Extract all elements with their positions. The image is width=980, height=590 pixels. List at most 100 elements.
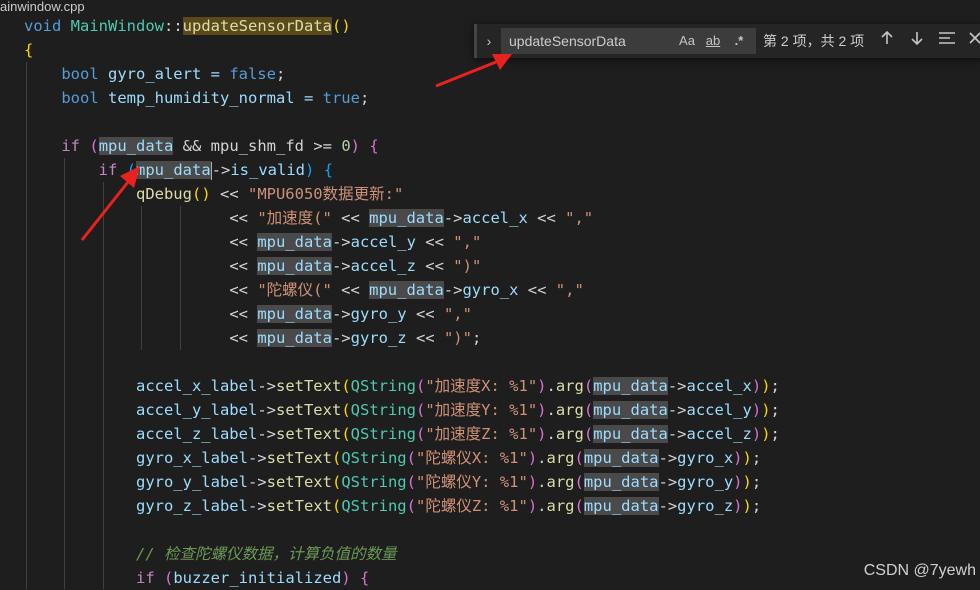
class-name: QString <box>341 449 407 467</box>
string: "陀螺仪Z: %1" <box>415 497 528 515</box>
member: accel_x <box>686 377 752 395</box>
operator: << <box>229 305 258 323</box>
find-in-selection-icon[interactable] <box>937 30 957 52</box>
operator: << <box>229 257 258 275</box>
member: accel_x <box>462 209 528 227</box>
bracket: ) <box>742 449 752 467</box>
member: is_valid <box>230 161 305 179</box>
string: "," <box>565 209 594 227</box>
code-line: accel_z_label->setText(QString("加速度Z: %1… <box>24 422 780 446</box>
chevron-right-icon[interactable]: › <box>481 32 497 50</box>
operator: << <box>415 257 454 275</box>
keyword: false <box>229 65 276 83</box>
bracket: ( <box>331 497 342 515</box>
arrow-op: -> <box>667 401 687 419</box>
member: gyro_y <box>677 473 734 491</box>
class-name: QString <box>350 377 416 395</box>
regex-toggle[interactable]: .* <box>729 32 749 50</box>
function-call: setText <box>266 497 332 515</box>
operator: << <box>331 209 370 227</box>
operator: << <box>229 209 258 227</box>
bracket: ( <box>583 401 594 419</box>
identifier-highlight: mpu_data <box>593 377 668 395</box>
bracket: () <box>331 17 351 35</box>
keyword: if <box>98 161 118 179</box>
whole-word-toggle[interactable]: ab <box>703 32 723 50</box>
code-line: bool gyro_alert = false; <box>24 62 285 86</box>
bracket: ) <box>751 425 762 443</box>
match-case-toggle[interactable]: Aa <box>677 32 697 50</box>
bracket: ( <box>406 449 416 467</box>
string: "," <box>555 281 584 299</box>
label-object: accel_x_label <box>135 377 258 395</box>
brace: { <box>369 137 379 155</box>
arrow-op: -> <box>667 425 687 443</box>
arrow-op: -> <box>667 377 687 395</box>
scope-op: :: <box>164 17 183 35</box>
bracket: ) <box>527 449 538 467</box>
bracket: ( <box>574 449 584 467</box>
semicolon: ; <box>751 449 762 467</box>
bracket: ( <box>583 425 594 443</box>
identifier: temp_humidity_normal = <box>98 89 323 107</box>
identifier-highlight: mpu_data <box>136 161 211 179</box>
function-call: arg <box>555 401 584 419</box>
code-line: << "陀螺仪(" << mpu_data->gyro_x << "," <box>24 278 584 302</box>
string: "陀螺仪(" <box>257 281 332 299</box>
operator: << <box>518 281 556 299</box>
code-line: accel_x_label->setText(QString("加速度X: %1… <box>24 374 780 398</box>
bracket: ( <box>415 401 426 419</box>
operator: << <box>229 329 258 347</box>
member: gyro_y <box>350 305 407 323</box>
function-call: setText <box>275 377 342 395</box>
string: "陀螺仪X: %1" <box>415 449 528 467</box>
string: "," <box>453 233 482 251</box>
bracket: ) <box>305 161 315 179</box>
code-line: << mpu_data->gyro_y << "," <box>24 302 472 326</box>
identifier-highlight: mpu_data <box>583 497 659 515</box>
arrow-op: -> <box>211 161 231 179</box>
bracket: ) <box>751 377 762 395</box>
code-line: if (mpu_data && mpu_shm_fd >= 0) { <box>24 134 379 158</box>
bracket: ) <box>733 449 743 467</box>
arrow-op: -> <box>247 497 267 515</box>
identifier: buzzer_initialized <box>173 569 342 587</box>
string: "加速度(" <box>257 209 332 227</box>
label-object: accel_y_label <box>135 401 258 419</box>
comment: // 检查陀螺仪数据，计算负值的数量 <box>135 545 397 563</box>
operator: << <box>229 281 258 299</box>
arrow-op: -> <box>247 449 267 467</box>
watermark: CSDN @7yewh <box>863 562 976 579</box>
member: accel_y <box>350 233 416 251</box>
bracket: ) <box>341 569 351 587</box>
member: accel_y <box>686 401 752 419</box>
identifier-highlight: mpu_data <box>257 329 332 347</box>
arrow-op: -> <box>443 209 463 227</box>
class-name: QString <box>341 473 407 491</box>
bracket: ( <box>583 377 594 395</box>
code-line: { <box>24 38 33 62</box>
find-widget: › updateSensorData Aa ab .* 第 2 项，共 2 项 <box>474 24 980 58</box>
string: "加速度Y: %1" <box>425 401 538 419</box>
code-editor[interactable]: ainwindow.cpp void MainWindow::updateSen… <box>0 0 980 589</box>
close-icon[interactable] <box>965 30 980 52</box>
class-name: QString <box>350 425 416 443</box>
semicolon: ; <box>751 497 762 515</box>
identifier-highlight: mpu_data <box>583 473 659 491</box>
semicolon: ; <box>751 473 762 491</box>
arrow-up-icon[interactable] <box>877 30 897 52</box>
identifier-highlight: mpu_data <box>257 233 332 251</box>
bracket: ) <box>751 401 762 419</box>
code-line: << mpu_data->accel_z << ")" <box>24 254 481 278</box>
file-title: ainwindow.cpp <box>0 0 85 14</box>
string: ")" <box>443 329 472 347</box>
semicolon: ; <box>471 329 482 347</box>
string: ")" <box>453 257 482 275</box>
string: "MPU6050数据更新:" <box>247 185 404 203</box>
arrow-down-icon[interactable] <box>907 30 927 52</box>
string: "陀螺仪Y: %1" <box>415 473 528 491</box>
member: accel_z <box>350 257 416 275</box>
semicolon: ; <box>770 377 780 395</box>
keyword: bool <box>61 89 99 107</box>
identifier-highlight: mpu_data <box>593 401 668 419</box>
